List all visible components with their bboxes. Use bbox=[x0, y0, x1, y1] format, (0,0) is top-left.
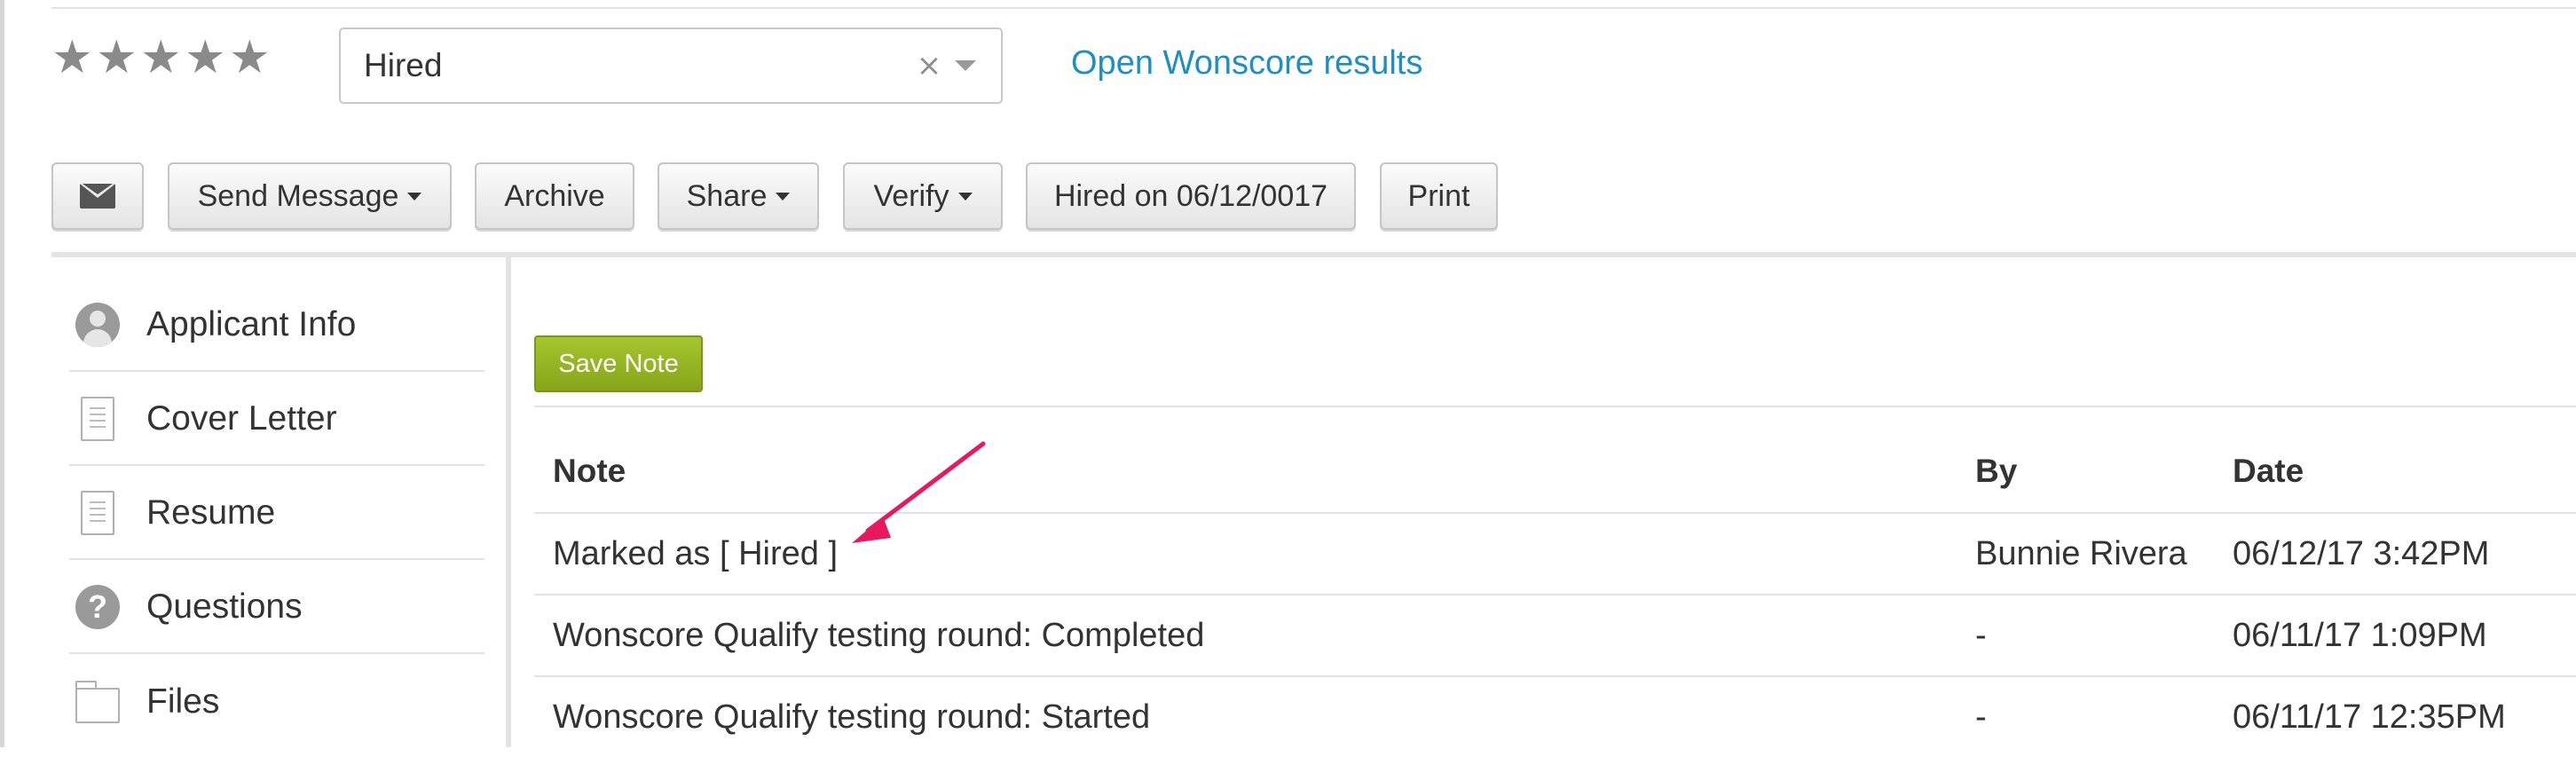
print-button[interactable]: Print bbox=[1380, 162, 1498, 230]
caret-down-icon bbox=[957, 192, 973, 201]
archive-button[interactable]: Archive bbox=[475, 162, 634, 230]
sidebar-item-label: Resume bbox=[146, 493, 276, 532]
status-select-value: Hired bbox=[364, 47, 443, 83]
caret-down-icon bbox=[776, 192, 791, 201]
sidebar-item-resume[interactable]: Resume bbox=[69, 468, 484, 560]
hired-on-label: Hired on 06/12/0017 bbox=[1053, 178, 1328, 213]
print-label: Print bbox=[1407, 178, 1470, 213]
notes-divider bbox=[534, 406, 2576, 407]
person-icon bbox=[73, 300, 122, 350]
send-message-label: Send Message bbox=[197, 178, 399, 213]
sidebar-divider bbox=[506, 257, 511, 747]
share-button[interactable]: Share bbox=[658, 162, 819, 230]
date-cell: 06/11/17 1:09PM bbox=[2233, 616, 2487, 654]
folder-icon bbox=[73, 677, 122, 727]
document-icon bbox=[73, 394, 122, 444]
verify-button[interactable]: Verify bbox=[843, 162, 1003, 230]
star-icon[interactable]: ★ bbox=[140, 35, 182, 81]
date-cell: 06/12/17 3:42PM bbox=[2233, 534, 2490, 572]
verify-label: Verify bbox=[873, 178, 949, 213]
hired-on-button[interactable]: Hired on 06/12/0017 bbox=[1026, 162, 1356, 230]
clear-icon[interactable]: × bbox=[916, 48, 942, 83]
share-label: Share bbox=[686, 178, 768, 213]
document-icon bbox=[73, 488, 122, 538]
left-border bbox=[0, 0, 4, 747]
sidebar-item-applicant-info[interactable]: Applicant Info bbox=[69, 280, 484, 372]
caret-down-icon bbox=[407, 192, 422, 201]
date-cell: 06/11/17 12:35PM bbox=[2233, 698, 2506, 736]
sidebar-item-files[interactable]: Files bbox=[69, 656, 484, 748]
send-message-button[interactable]: Send Message bbox=[168, 162, 452, 230]
open-wonscore-results-link[interactable]: Open Wonscore results bbox=[1071, 44, 1422, 83]
star-icon[interactable]: ★ bbox=[51, 35, 93, 81]
save-note-button[interactable]: Save Note bbox=[534, 335, 703, 392]
top-divider bbox=[51, 7, 2576, 9]
toolbar-divider bbox=[51, 252, 2576, 257]
question-icon: ? bbox=[73, 582, 122, 632]
star-icon[interactable]: ★ bbox=[229, 35, 271, 81]
note-cell: Marked as [ Hired ] bbox=[553, 534, 838, 572]
star-rating[interactable]: ★ ★ ★ ★ ★ bbox=[51, 35, 271, 83]
email-button[interactable] bbox=[51, 162, 144, 230]
table-row: Wonscore Qualify testing round: Complete… bbox=[534, 594, 2576, 675]
by-cell: Bunnie Rivera bbox=[1975, 534, 2187, 572]
status-select[interactable]: Hired × bbox=[339, 28, 1003, 104]
chevron-down-icon[interactable] bbox=[955, 60, 976, 71]
sidebar-item-label: Applicant Info bbox=[146, 305, 357, 343]
by-cell: - bbox=[1975, 698, 1987, 736]
archive-label: Archive bbox=[504, 178, 605, 213]
envelope-icon bbox=[80, 184, 115, 209]
column-header-note[interactable]: Note bbox=[553, 453, 626, 490]
table-row: Wonscore Qualify testing round: Started … bbox=[534, 675, 2576, 747]
star-icon[interactable]: ★ bbox=[96, 35, 138, 81]
note-cell: Wonscore Qualify testing round: Complete… bbox=[553, 616, 1205, 654]
sidebar-item-questions[interactable]: ? Questions bbox=[69, 562, 484, 654]
sidebar-item-label: Files bbox=[146, 682, 220, 721]
table-row: Marked as [ Hired ] Bunnie Rivera 06/12/… bbox=[534, 512, 2576, 594]
by-cell: - bbox=[1975, 616, 1987, 654]
star-icon[interactable]: ★ bbox=[185, 35, 226, 81]
column-header-by[interactable]: By bbox=[1975, 453, 2017, 490]
sidebar-item-label: Cover Letter bbox=[146, 399, 337, 438]
sidebar-item-cover-letter[interactable]: Cover Letter bbox=[69, 374, 484, 466]
note-cell: Wonscore Qualify testing round: Started bbox=[553, 698, 1151, 736]
sidebar-item-label: Questions bbox=[146, 587, 303, 626]
column-header-date[interactable]: Date bbox=[2233, 453, 2304, 490]
